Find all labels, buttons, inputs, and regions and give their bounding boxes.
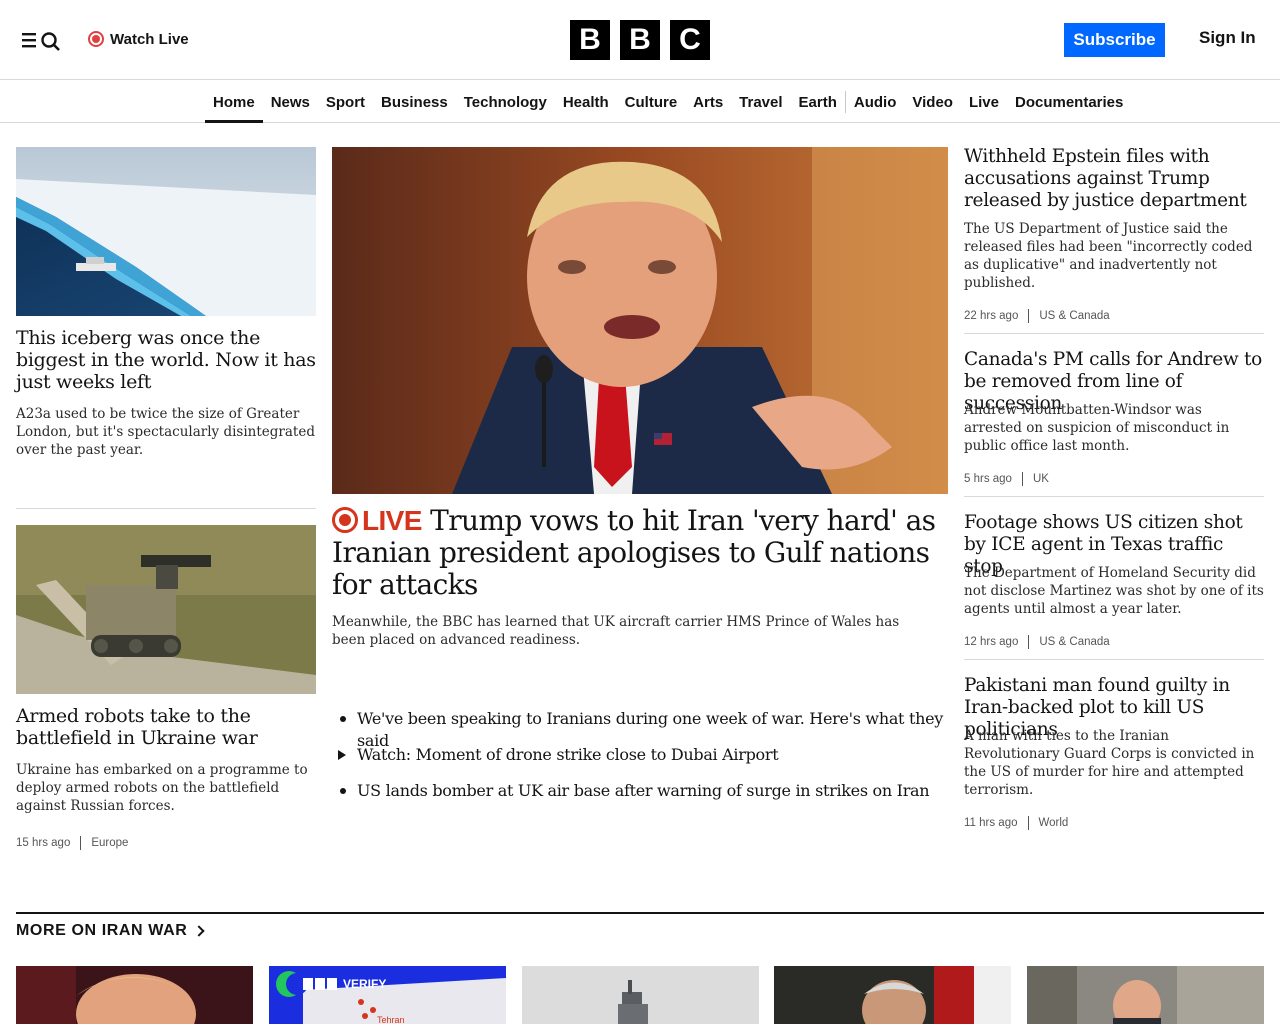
nav-item-news[interactable]: News	[263, 81, 318, 123]
live-indicator-icon	[88, 31, 104, 47]
sign-in-link[interactable]: Sign In	[1199, 28, 1256, 48]
nav-item-travel[interactable]: Travel	[731, 81, 790, 123]
nav-list: Home News Sport Business Technology Heal…	[205, 81, 1131, 123]
right-divider-3	[964, 659, 1264, 660]
logo-letter-b2: B	[620, 20, 660, 60]
nav-item-arts[interactable]: Arts	[685, 81, 731, 123]
chevron-right-icon	[193, 925, 206, 937]
robot-story-headline[interactable]: Armed robots take to the battlefield in …	[16, 705, 316, 749]
more-story-thumb-3[interactable]	[522, 966, 759, 1024]
bullet-dot-icon	[340, 716, 346, 722]
bullet-dot-icon	[340, 788, 346, 794]
iceberg-story-image[interactable]	[16, 147, 316, 316]
main-story-summary: Meanwhile, the BBC has learned that UK a…	[332, 614, 900, 648]
canada-story-meta: 5 hrs ago UK	[964, 472, 1049, 486]
live-icon	[332, 507, 358, 533]
pakistan-story-time: 11 hrs ago	[964, 817, 1018, 829]
meta-separator	[1021, 472, 1023, 486]
watch-live-label: Watch Live	[110, 30, 189, 48]
robot-story-summary: Ukraine has embarked on a programme to d…	[16, 762, 308, 814]
main-story-headline-text: Trump vows to hit Iran 'very hard' as Ir…	[332, 504, 936, 601]
epstein-story-summary: The US Department of Justice said the re…	[964, 221, 1253, 291]
bbc-logo[interactable]: B B C	[570, 20, 710, 60]
robot-story-time: 15 hrs ago	[16, 837, 71, 849]
logo-letter-c: C	[670, 20, 710, 60]
related-link-3-text: US lands bomber at UK air base after war…	[357, 781, 930, 800]
meta-separator	[80, 836, 82, 850]
section-title-text: MORE ON IRAN WAR	[16, 922, 188, 939]
ice-story-meta: 12 hrs ago US & Canada	[964, 635, 1110, 649]
meta-separator	[1027, 816, 1029, 830]
nav-item-audio[interactable]: Audio	[846, 81, 905, 123]
robot-story-image[interactable]	[16, 525, 316, 694]
subscribe-button[interactable]: Subscribe	[1064, 23, 1165, 57]
pakistan-story-tag[interactable]: World	[1039, 817, 1069, 829]
meta-separator	[1028, 635, 1030, 649]
robot-story-meta: 15 hrs ago Europe	[16, 836, 128, 850]
nav-item-documentaries[interactable]: Documentaries	[1007, 81, 1131, 123]
logo-letter-b1: B	[570, 20, 610, 60]
epstein-story-headline[interactable]: Withheld Epstein files with accusations …	[964, 146, 1264, 212]
more-on-iran-war-link[interactable]: MORE ON IRAN WAR	[16, 922, 206, 940]
menu-search-icon[interactable]	[22, 28, 62, 52]
ice-story-tag[interactable]: US & Canada	[1039, 636, 1109, 648]
play-icon	[338, 750, 346, 760]
nav-item-earth[interactable]: Earth	[791, 81, 845, 123]
epstein-story-time: 22 hrs ago	[964, 310, 1019, 322]
epstein-story-meta: 22 hrs ago US & Canada	[964, 309, 1110, 323]
related-link-2[interactable]: Watch: Moment of drone strike close to D…	[332, 744, 948, 780]
watch-live-link[interactable]: Watch Live	[88, 29, 189, 49]
nav-item-home[interactable]: Home	[205, 81, 263, 123]
main-navigation: Home News Sport Business Technology Heal…	[0, 81, 1280, 123]
iceberg-story-headline[interactable]: This iceberg was once the biggest in the…	[16, 327, 316, 393]
right-divider-2	[964, 496, 1264, 497]
right-divider-1	[964, 333, 1264, 334]
ice-story-summary: The Department of Homeland Security did …	[964, 565, 1264, 617]
main-story-image[interactable]	[332, 147, 948, 494]
canada-story-tag[interactable]: UK	[1033, 473, 1049, 485]
map-label: Tehran	[377, 1015, 405, 1024]
more-story-thumb-4[interactable]	[774, 966, 1011, 1024]
nav-item-health[interactable]: Health	[555, 81, 617, 123]
canada-story-time: 5 hrs ago	[964, 473, 1012, 485]
nav-item-video[interactable]: Video	[904, 81, 961, 123]
related-link-2-text: Watch: Moment of drone strike close to D…	[357, 745, 779, 764]
more-story-thumb-5[interactable]	[1027, 966, 1264, 1024]
nav-item-culture[interactable]: Culture	[617, 81, 686, 123]
related-link-1[interactable]: We've been speaking to Iranians during o…	[332, 708, 948, 750]
ice-story-time: 12 hrs ago	[964, 636, 1019, 648]
iceberg-story-summary: A23a used to be twice the size of Greate…	[16, 406, 315, 458]
main-story-headline[interactable]: LIVE Trump vows to hit Iran 'very hard' …	[332, 505, 948, 601]
site-header: Watch Live B B C Subscribe Sign In	[0, 0, 1280, 80]
nav-item-business[interactable]: Business	[373, 81, 456, 123]
robot-story-tag[interactable]: Europe	[91, 837, 128, 849]
pakistan-story-summary: A man with ties to the Iranian Revolutio…	[964, 728, 1255, 798]
pakistan-story-meta: 11 hrs ago World	[964, 816, 1068, 830]
related-links: We've been speaking to Iranians during o…	[332, 708, 948, 816]
verify-badge-text: VERIFY	[343, 977, 387, 991]
related-link-3[interactable]: US lands bomber at UK air base after war…	[332, 780, 948, 816]
nav-item-live[interactable]: Live	[961, 81, 1007, 123]
canada-story-summary: Andrew Mountbatten-Windsor was arrested …	[964, 402, 1230, 454]
more-story-thumb-1[interactable]	[16, 966, 253, 1024]
meta-separator	[1028, 309, 1030, 323]
left-divider	[16, 508, 316, 509]
nav-item-technology[interactable]: Technology	[456, 81, 555, 123]
nav-item-sport[interactable]: Sport	[318, 81, 373, 123]
epstein-story-tag[interactable]: US & Canada	[1039, 310, 1109, 322]
more-story-thumb-2[interactable]: VERIFY Tehran	[269, 966, 506, 1024]
live-label: LIVE	[362, 505, 422, 536]
section-rule	[16, 912, 1264, 914]
